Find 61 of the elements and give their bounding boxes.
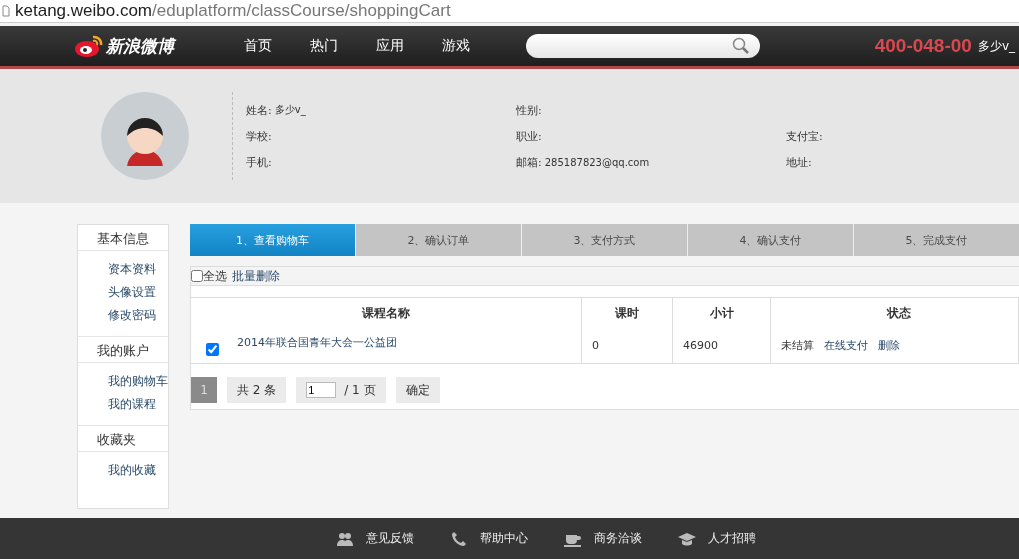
page-count: / 1 页: [344, 381, 376, 399]
nav-link[interactable]: 热门: [310, 37, 338, 55]
address-bar[interactable]: ketang.weibo.com/eduplatform/classCourse/shoppingCart: [0, 0, 1019, 23]
column-header: 课程名称: [191, 297, 582, 328]
column-header: 状态: [770, 297, 1019, 328]
nav-link[interactable]: 应用: [376, 37, 404, 55]
sidebar-link[interactable]: 修改密码: [108, 307, 168, 324]
row-checkbox[interactable]: [206, 343, 219, 356]
field-label: 学校:: [246, 128, 272, 144]
field-label: 职业:: [516, 128, 542, 144]
search-icon: [732, 37, 749, 54]
field-label: 邮箱:: [516, 154, 542, 170]
sidebar-link[interactable]: 头像设置: [108, 284, 168, 301]
people-icon: [336, 530, 354, 547]
confirm-button[interactable]: 确定: [395, 377, 440, 403]
section-title: 基本信息: [78, 225, 168, 251]
eye-logo-icon: [74, 34, 104, 58]
status-text: 未结算: [781, 339, 814, 352]
step-tab[interactable]: 3、支付方式: [522, 224, 688, 256]
footer-link[interactable]: 帮助中心: [480, 530, 528, 547]
user-link[interactable]: 多少v_: [977, 37, 1019, 55]
total-count: 共 2 条: [227, 377, 287, 403]
field-label: 地址:: [786, 154, 812, 170]
page-icon: [2, 5, 10, 17]
phone-icon: [450, 530, 468, 547]
graduation-cap-icon: [678, 530, 696, 547]
table-cell: 0: [581, 328, 673, 364]
column-header: 小计: [672, 297, 771, 328]
sidebar-link[interactable]: 资本资料: [108, 261, 168, 278]
select-all-checkbox[interactable]: [191, 270, 203, 282]
action-link[interactable]: 删除: [878, 339, 900, 352]
field-value: 285187823@qq.com: [544, 156, 650, 168]
column-header: 课时: [581, 297, 673, 328]
phone-number: 400-048-00: [874, 35, 972, 57]
action-link[interactable]: 在线支付: [824, 339, 868, 352]
field-label: 支付宝:: [786, 128, 823, 144]
footer-link[interactable]: 人才招聘: [708, 530, 756, 547]
footer-link[interactable]: 意见反馈: [366, 530, 414, 547]
step-tab[interactable]: 2、确认订单: [356, 224, 522, 256]
field-label: 姓名:: [246, 102, 272, 118]
section-title: 收藏夹: [78, 426, 168, 452]
step-tab[interactable]: 4、确认支付: [688, 224, 854, 256]
field-value: 多少v_: [274, 103, 306, 117]
nav-link[interactable]: 首页: [244, 37, 272, 55]
batch-delete-link[interactable]: 批量删除: [232, 267, 280, 285]
footer-link[interactable]: 商务洽谈: [594, 530, 642, 547]
checkbox-label[interactable]: 全选: [203, 267, 227, 285]
logo-text: 新浪微博: [106, 34, 174, 58]
page-input[interactable]: 1: [306, 382, 337, 398]
field-label: 性别:: [516, 102, 542, 118]
search-field[interactable]: [526, 34, 760, 58]
sidebar-link[interactable]: 我的收藏: [108, 462, 168, 479]
step-tab[interactable]: 5、完成支付: [854, 224, 1019, 256]
section-title: 我的账户: [78, 337, 168, 363]
sidebar-link[interactable]: 我的购物车: [108, 373, 168, 390]
course-link[interactable]: 2014年联合国青年大会一公益团: [237, 335, 397, 350]
sidebar-link[interactable]: 我的课程: [108, 396, 168, 413]
table-cell: 46900: [672, 328, 771, 364]
nav-link[interactable]: 游戏: [442, 37, 470, 55]
field-label: 手机:: [246, 154, 272, 170]
url-text: ketang.weibo.com/eduplatform/classCourse/shoppingCart: [15, 1, 451, 21]
